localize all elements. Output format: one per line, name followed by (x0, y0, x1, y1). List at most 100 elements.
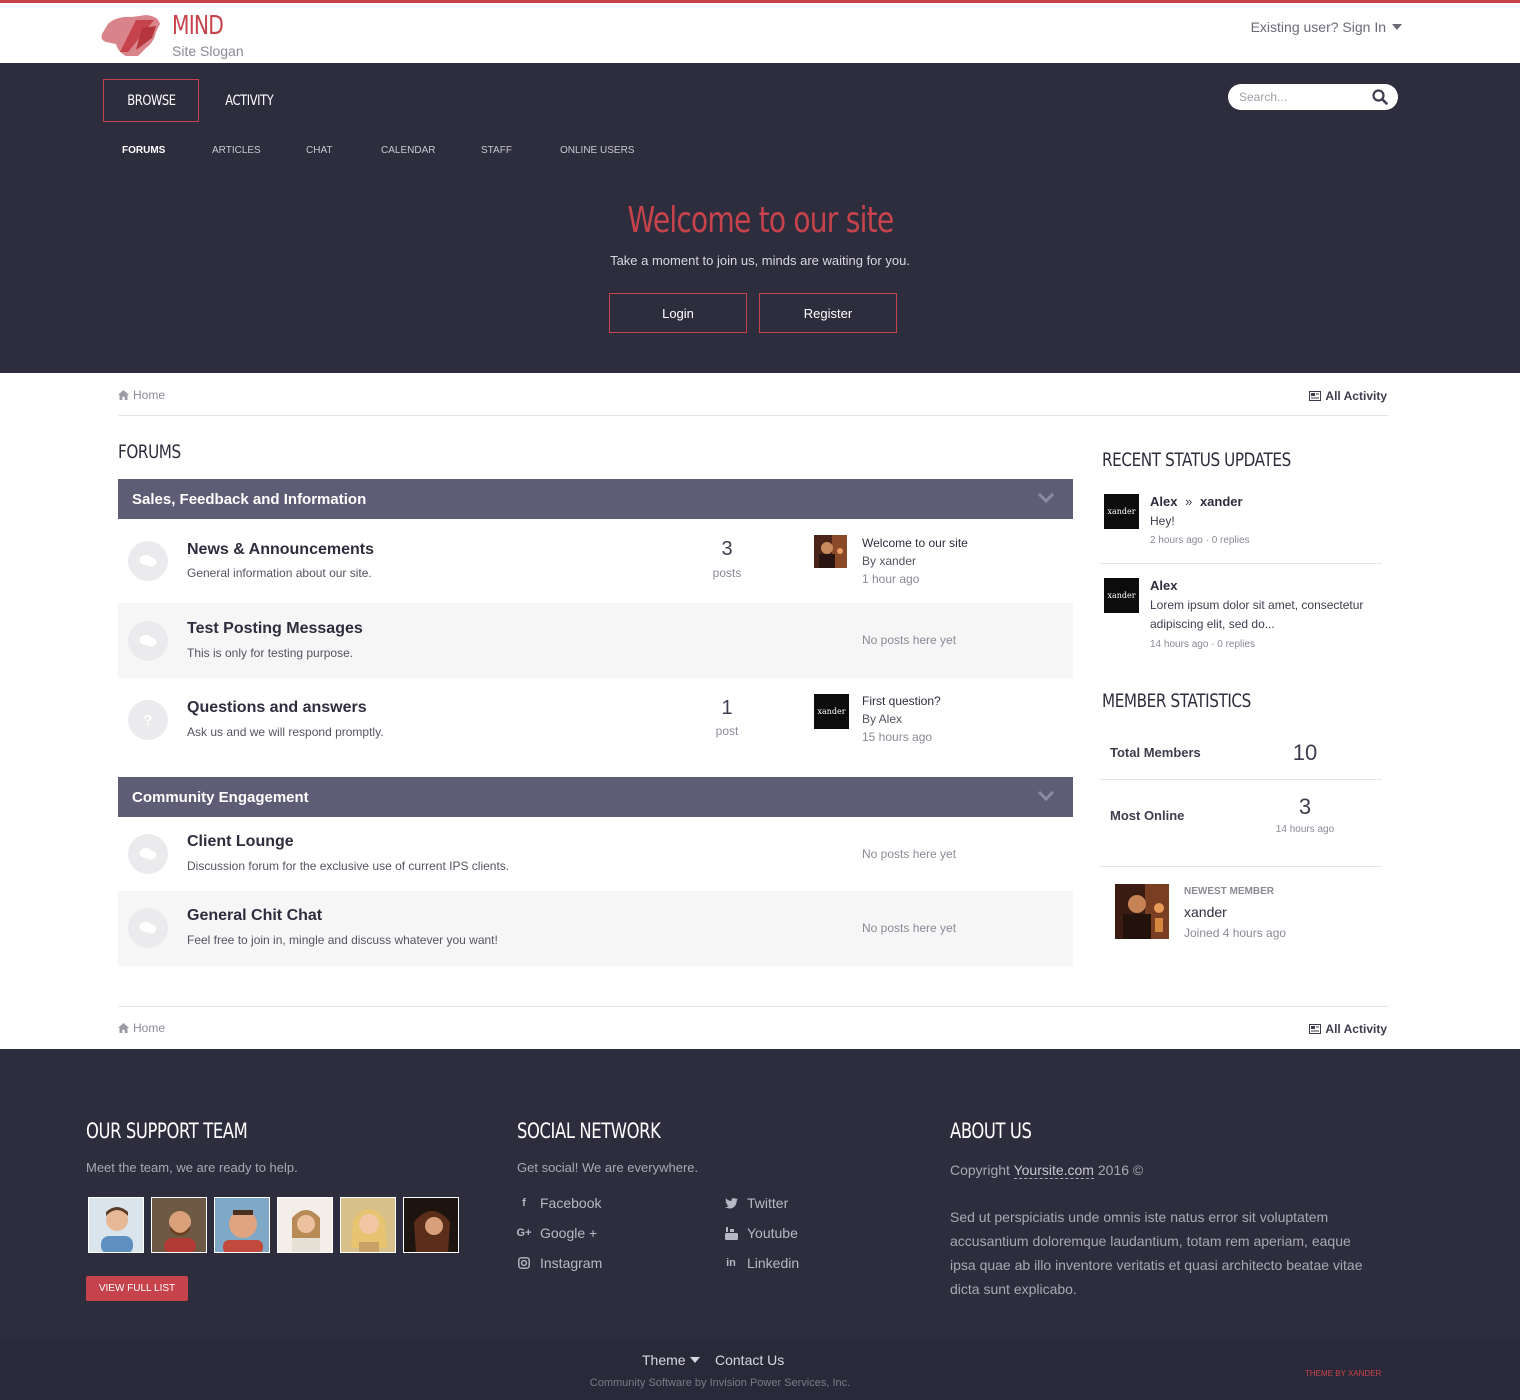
subnav-forums[interactable]: FORUMS (122, 145, 165, 156)
google-plus-icon: G+ (516, 1227, 532, 1239)
linkedin-link[interactable]: in Linkedin (724, 1255, 799, 1271)
forum-title[interactable]: Test Posting Messages (187, 620, 363, 638)
newest-member-avatar[interactable] (1115, 884, 1169, 939)
register-button[interactable]: Register (759, 293, 897, 333)
powered-by-text: Community Software by Invision Power Ser… (0, 1377, 1440, 1389)
view-full-list-button[interactable]: VIEW FULL LIST (86, 1276, 188, 1301)
team-member-avatar[interactable] (403, 1197, 459, 1253)
caret-down-icon (689, 1357, 700, 1363)
status-updates-heading: RECENT STATUS UPDATES (1102, 449, 1291, 471)
category-title[interactable]: Community Engagement (132, 789, 309, 806)
copyright-text: Copyright Yoursite.com 2016 © (950, 1162, 1144, 1179)
powered-by-link[interactable]: Community Software by Invision Power Ser… (590, 1377, 850, 1389)
search-input[interactable] (1239, 90, 1363, 104)
twitter-link[interactable]: Twitter (724, 1195, 788, 1211)
post-count: 1 (721, 697, 733, 719)
facebook-icon: f (522, 1197, 526, 1209)
status-update: xander Alex » xander Hey! 2 hours ago · … (1100, 492, 1388, 564)
site-link[interactable]: Yoursite.com (1013, 1162, 1094, 1179)
forum-row: General Chit Chat Feel free to join in, … (118, 891, 1073, 966)
subnav-calendar[interactable]: CALENDAR (381, 145, 435, 156)
subnav-online-users[interactable]: ONLINE USERS (560, 145, 634, 156)
forum-description: Ask us and we will respond promptly. (187, 725, 384, 739)
subnav-chat[interactable]: CHAT (306, 145, 332, 156)
youtube-label: Youtube (747, 1225, 798, 1241)
forum-title[interactable]: General Chit Chat (187, 907, 322, 925)
all-activity-label: All Activity (1325, 389, 1387, 403)
status-author[interactable]: Alex (1150, 578, 1177, 593)
subnav-staff[interactable]: STAFF (481, 145, 512, 156)
logo-icon[interactable] (98, 12, 162, 58)
activity-icon (1309, 1024, 1322, 1034)
linkedin-label: Linkedin (747, 1255, 800, 1271)
breadcrumb[interactable]: Home (118, 1021, 165, 1035)
category-title[interactable]: Sales, Feedback and Information (132, 491, 366, 508)
login-button[interactable]: Login (609, 293, 747, 333)
all-activity-link[interactable]: All Activity (1309, 389, 1387, 403)
divider (118, 1006, 1388, 1007)
tab-activity[interactable]: ACTIVITY (213, 79, 285, 122)
team-member-avatar[interactable] (214, 1197, 270, 1253)
footer-bottom: Theme Contact Us Community Software by I… (0, 1341, 1520, 1400)
chevron-down-icon[interactable] (1037, 790, 1055, 802)
all-activity-link[interactable]: All Activity (1309, 1022, 1387, 1036)
status-meta: 14 hours ago · 0 replies (1150, 639, 1256, 650)
chevron-down-icon[interactable] (1037, 492, 1055, 504)
post-count: 3 (721, 538, 733, 560)
instagram-label: Instagram (540, 1255, 603, 1271)
member-stats-heading: MEMBER STATISTICS (1102, 690, 1251, 712)
team-member-avatar[interactable] (277, 1197, 333, 1253)
team-member-avatar[interactable] (88, 1197, 144, 1253)
avatar[interactable]: xander (1104, 494, 1139, 529)
team-member-avatar[interactable] (340, 1197, 396, 1253)
status-text: Hey! (1150, 514, 1175, 528)
sign-in-label: Existing user? Sign In (1250, 19, 1386, 35)
home-icon (118, 1023, 129, 1033)
forum-title[interactable]: News & Announcements (187, 541, 374, 559)
last-post-time: 1 hour ago (862, 572, 920, 586)
team-member-avatar[interactable] (151, 1197, 207, 1253)
forum-read-icon (128, 621, 168, 661)
copyright-suffix: 2016 © (1097, 1162, 1144, 1178)
copyright-prefix: Copyright (950, 1162, 1010, 1178)
theme-selector[interactable]: Theme (642, 1352, 700, 1368)
all-activity-label: All Activity (1325, 1022, 1387, 1036)
youtube-icon (724, 1226, 738, 1240)
avatar-text: xander (1107, 591, 1136, 600)
forum-row: News & Announcements General information… (118, 519, 1073, 603)
theme-credit[interactable]: THEME BY XANDER (1305, 1369, 1381, 1378)
arrow-icon: » (1185, 494, 1193, 509)
last-post-author[interactable]: By Alex (862, 712, 902, 726)
forum-title[interactable]: Client Lounge (187, 833, 294, 851)
forum-description: Feel free to join in, mingle and discuss… (187, 933, 498, 947)
status-text: Lorem ipsum dolor sit amet, consectetur … (1150, 598, 1364, 631)
status-author[interactable]: Alex (1150, 494, 1177, 509)
no-posts-text: No posts here yet (862, 847, 957, 861)
last-post-title[interactable]: First question? (862, 694, 941, 708)
last-post-author[interactable]: By xander (862, 554, 916, 568)
site-title[interactable]: MIND (172, 11, 224, 41)
youtube-link[interactable]: Youtube (724, 1225, 798, 1241)
status-target[interactable]: xander (1200, 494, 1243, 509)
search-box (1228, 84, 1398, 110)
subnav-articles[interactable]: ARTICLES (212, 145, 261, 156)
forum-read-icon (128, 908, 168, 948)
instagram-link[interactable]: Instagram (517, 1255, 602, 1271)
facebook-link[interactable]: f Facebook (517, 1195, 601, 1211)
avatar[interactable]: xander (1104, 578, 1139, 613)
google-plus-link[interactable]: G+ Google + (516, 1225, 598, 1241)
last-post-title[interactable]: Welcome to our site (862, 536, 968, 550)
twitter-label: Twitter (747, 1195, 789, 1211)
tab-browse[interactable]: BROWSE (103, 79, 199, 122)
avatar[interactable] (814, 535, 847, 568)
sign-in-link[interactable]: Existing user? Sign In (1251, 19, 1402, 35)
contact-us-link[interactable]: Contact Us (715, 1352, 784, 1368)
breadcrumb[interactable]: Home (118, 388, 165, 402)
forum-title[interactable]: Questions and answers (187, 699, 367, 717)
theme-label: Theme (642, 1352, 686, 1368)
avatar[interactable]: xander (814, 694, 849, 729)
forum-row: ? Questions and answers Ask us and we wi… (118, 678, 1073, 762)
hero-title-text: Welcome to our site (627, 200, 894, 241)
newest-member-name[interactable]: xander (1184, 904, 1227, 920)
search-icon[interactable] (1372, 89, 1388, 105)
